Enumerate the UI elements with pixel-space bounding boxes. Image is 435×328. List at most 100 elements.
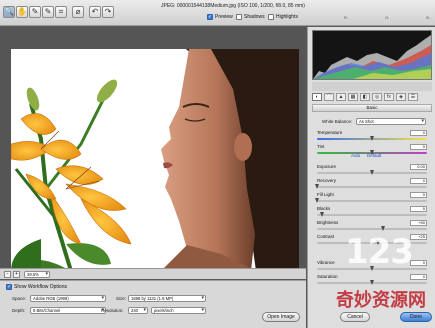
tool-group: 🔍 ✋ ✎ ✎ ⌗ ⌀ ↶ ↷	[3, 6, 114, 18]
slider-track[interactable]	[317, 186, 427, 188]
image-viewer	[0, 27, 306, 271]
slider-value-field[interactable]: +25	[410, 234, 427, 240]
photo-portrait-with-lily	[11, 49, 299, 271]
slider-value-field[interactable]: 5	[410, 206, 427, 212]
slider-label: Contrast	[317, 234, 335, 239]
slider-handle[interactable]	[369, 280, 374, 285]
slider-handle[interactable]	[314, 198, 319, 203]
slider-label: Vibrance	[317, 260, 335, 265]
highlights-check-box[interactable]	[268, 14, 274, 20]
slider-label: Blacks	[317, 206, 331, 211]
slider-label: Exposure	[317, 164, 337, 169]
open-image-button[interactable]: Open Image	[262, 312, 300, 322]
size-select[interactable]: 1698 by 1131 (1.9 MP)	[128, 295, 206, 302]
shadows-checkbox[interactable]: Shadows	[236, 14, 265, 20]
shadows-check-box[interactable]	[236, 14, 242, 20]
slider-track[interactable]	[317, 200, 427, 202]
slider-track[interactable]	[317, 214, 427, 216]
slider-track[interactable]	[317, 242, 427, 244]
slider-handle[interactable]	[369, 136, 374, 141]
slider-handle[interactable]	[320, 212, 324, 217]
slider-handle[interactable]	[376, 240, 381, 245]
shadows-label: Shadows	[244, 14, 265, 20]
g-label: G:	[384, 15, 390, 20]
slider-handle[interactable]	[369, 266, 374, 271]
space-select[interactable]: Adobe RGB (1998)	[30, 295, 106, 302]
slider-value-field[interactable]: 0	[410, 130, 427, 136]
slider-blacks: Blacks 5	[317, 206, 427, 219]
effects-tab[interactable]: fx	[384, 93, 394, 101]
r-label: R:	[344, 15, 348, 20]
zoom-level-select[interactable]: 39.5%	[24, 271, 50, 278]
slider-recovery: Recovery 0	[314, 178, 427, 191]
basic-tab[interactable]: ◐	[312, 93, 322, 101]
workflow-options: ✓ Show Workflow Options Space: Adobe RGB…	[0, 280, 306, 328]
zoom-out-button[interactable]: -	[4, 271, 11, 278]
auto-link[interactable]: Auto	[351, 153, 360, 158]
slider-handle[interactable]	[314, 184, 319, 189]
split-toning-tab[interactable]: ◧	[360, 93, 370, 101]
size-label: Size:	[116, 296, 127, 301]
slider-track[interactable]	[317, 228, 427, 230]
image-preview[interactable]	[11, 49, 299, 271]
slider-label: Temperature	[317, 130, 343, 135]
slider-value-field[interactable]: 0	[410, 274, 427, 280]
zoom-in-button[interactable]: +	[13, 271, 20, 278]
color-sampler-tool[interactable]: ✎	[42, 6, 54, 18]
slider-saturation: Saturation 0	[317, 274, 427, 287]
rotate-left-tool[interactable]: ↶	[89, 6, 101, 18]
resolution-unit-select[interactable]: pixels/inch	[151, 307, 206, 314]
hand-tool[interactable]: ✋	[16, 6, 28, 18]
hsl-tab[interactable]: ▦	[348, 93, 358, 101]
section-title: Basic	[312, 104, 432, 112]
slider-handle[interactable]	[380, 226, 385, 231]
camera-calibration-tab[interactable]: ◈	[396, 93, 406, 101]
slider-temperature: Temperature 0	[317, 130, 427, 143]
rotate-right-tool[interactable]: ↷	[102, 6, 114, 18]
histogram-graph	[313, 35, 431, 79]
white-balance-tool[interactable]: ✎	[29, 6, 41, 18]
slider-brightness: Brightness +50	[317, 220, 427, 233]
slider-value-field[interactable]: +50	[410, 220, 427, 226]
slider-value-field[interactable]: 0.00	[410, 164, 427, 170]
slider-value-field[interactable]: 0	[410, 192, 427, 198]
camera-readout	[312, 82, 432, 91]
slider-vibrance: Vibrance 0	[317, 260, 427, 273]
rgb-readout: R: G: B:	[344, 15, 430, 20]
presets-tab[interactable]: ☰	[408, 93, 418, 101]
panel-tabs: ◐ ⌒ ▲ ▦ ◧ ◎ fx ◈ ☰	[312, 92, 432, 102]
slider-value-field[interactable]: 0	[410, 178, 427, 184]
white-balance-label: White Balance:	[322, 119, 353, 124]
slider-label: Fill Light	[317, 192, 334, 197]
title-toolbar: 🔍 ✋ ✎ ✎ ⌗ ⌀ ↶ ↷ JPEG: 000001544138Medium.jpg (I…	[0, 0, 435, 26]
done-button[interactable]: Done	[400, 312, 432, 322]
default-link[interactable]: Default	[367, 153, 381, 158]
slider-label: Saturation	[317, 274, 338, 279]
show-workflow-options[interactable]: ✓ Show Workflow Options	[6, 284, 67, 290]
zoom-tool[interactable]: 🔍	[3, 6, 15, 18]
preview-check-box[interactable]: ✓	[207, 14, 213, 20]
slider-value-field[interactable]: 0	[410, 260, 427, 266]
slider-label: Recovery	[317, 178, 337, 183]
straighten-tool[interactable]: ⌀	[72, 6, 84, 18]
depth-select[interactable]: 8 Bits/Channel	[30, 307, 106, 314]
slider-contrast: Contrast +25	[317, 234, 427, 247]
zoom-bar: - + 39.5%	[0, 268, 306, 279]
lens-tab[interactable]: ◎	[372, 93, 382, 101]
slider-exposure: Exposure 0.00	[317, 164, 427, 177]
b-label: B:	[426, 15, 430, 20]
slider-handle[interactable]	[369, 170, 374, 175]
workflow-check-box[interactable]: ✓	[6, 284, 12, 290]
tone-curve-tab[interactable]: ⌒	[324, 93, 334, 101]
detail-tab[interactable]: ▲	[336, 93, 346, 101]
highlights-label: Highlights	[276, 14, 298, 20]
preview-checkbox[interactable]: ✓ Preview	[207, 14, 233, 20]
slider-fill-light: Fill Light 0	[314, 192, 427, 205]
resolution-field[interactable]: 240	[128, 307, 148, 314]
white-balance-select[interactable]: As Shot	[356, 118, 426, 125]
cancel-button[interactable]: Cancel	[340, 312, 370, 322]
highlights-checkbox[interactable]: Highlights	[268, 14, 298, 20]
slider-value-field[interactable]: 0	[410, 144, 427, 150]
crop-tool[interactable]: ⌗	[55, 6, 67, 18]
resolution-label: Resolution:	[101, 308, 124, 313]
